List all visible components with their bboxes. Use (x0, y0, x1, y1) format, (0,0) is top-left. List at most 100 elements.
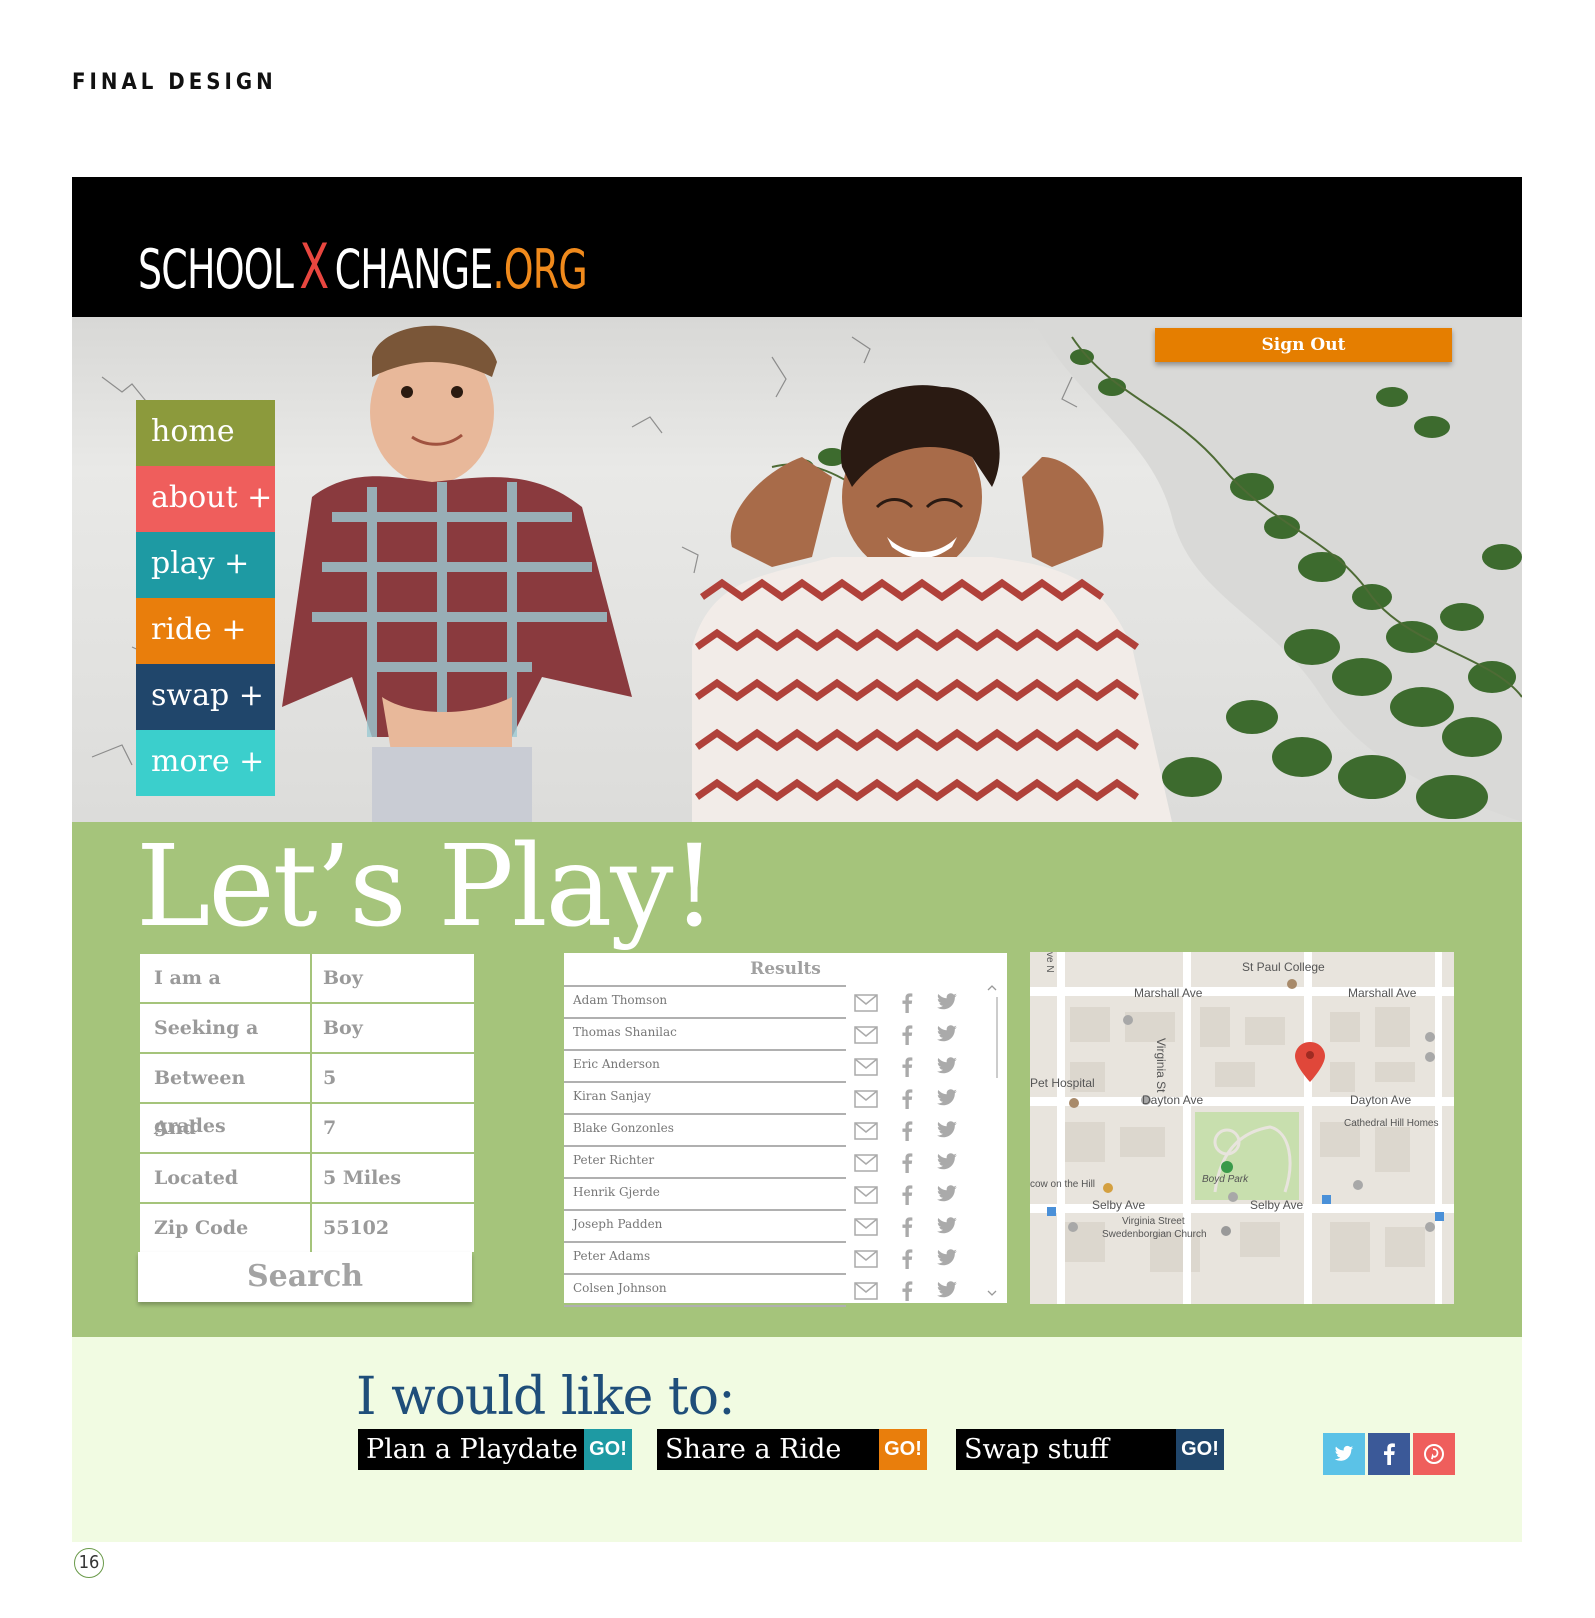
nav-item-more[interactable]: more + (136, 730, 275, 796)
result-name[interactable]: Kiran Sanjay (573, 1089, 651, 1103)
result-name[interactable]: Blake Gonzonles (573, 1121, 674, 1135)
page-heading: FINAL DESIGN (72, 70, 277, 95)
result-row[interactable]: Henrik Gjerde (564, 1179, 994, 1211)
nav-item-about[interactable]: about + (136, 466, 275, 532)
twitter-icon[interactable] (936, 1281, 960, 1301)
map-label: Selby Ave (1250, 1198, 1304, 1212)
email-icon[interactable] (854, 1025, 878, 1045)
boyd-park-area (1195, 1112, 1299, 1200)
grade-from-field[interactable]: 5 (312, 1054, 336, 1102)
logo-change: CHANGE (334, 238, 494, 301)
result-row[interactable]: Kiran Sanjay (564, 1083, 994, 1115)
email-icon[interactable] (854, 1089, 878, 1109)
facebook-icon[interactable] (901, 1153, 925, 1173)
website-mockup: SCHOOL X CHANGE.ORG Sign Out home about … (72, 177, 1522, 1542)
twitter-icon[interactable] (936, 1121, 960, 1141)
form-row: I am a Boy (140, 954, 474, 1004)
map-view[interactable]: St Paul College Marshall Ave Marshall Av… (1030, 952, 1454, 1304)
result-name[interactable]: Henrik Gjerde (573, 1185, 660, 1199)
email-icon[interactable] (854, 1153, 878, 1173)
email-icon[interactable] (854, 1217, 878, 1237)
result-row[interactable]: Eric Anderson (564, 1051, 994, 1083)
site-header: SCHOOL X CHANGE.ORG (72, 177, 1522, 317)
map-label: Marshall Ave (1348, 986, 1417, 1000)
facebook-icon[interactable] (901, 1121, 925, 1141)
result-name[interactable]: Joseph Padden (573, 1217, 662, 1231)
email-icon[interactable] (854, 1249, 878, 1269)
result-name[interactable]: Eric Anderson (573, 1057, 660, 1071)
map-label: Virginia Street (1122, 1216, 1185, 1227)
twitter-icon[interactable] (936, 1057, 960, 1077)
twitter-icon[interactable] (936, 1217, 960, 1237)
email-icon[interactable] (854, 1121, 878, 1141)
twitter-icon[interactable] (936, 1249, 960, 1269)
map-label: ve N (1044, 952, 1055, 973)
facebook-icon[interactable] (901, 1089, 925, 1109)
search-button[interactable]: Search (138, 1252, 472, 1302)
email-icon[interactable] (854, 1185, 878, 1205)
result-name[interactable]: Peter Richter (573, 1153, 654, 1167)
share-ride-button[interactable]: Share a Ride GO! (657, 1429, 927, 1470)
map-label: cow on the Hill (1030, 1179, 1096, 1190)
go-button[interactable]: GO! (1176, 1429, 1224, 1470)
twitter-icon[interactable] (936, 1185, 960, 1205)
nav-item-home[interactable]: home (136, 400, 275, 466)
twitter-share-button[interactable] (1323, 1433, 1365, 1475)
email-icon[interactable] (854, 1057, 878, 1077)
site-logo[interactable]: SCHOOL X CHANGE.ORG (138, 236, 588, 301)
facebook-icon[interactable] (901, 1281, 925, 1301)
go-button[interactable]: GO! (879, 1429, 927, 1470)
email-icon[interactable] (854, 1281, 878, 1301)
scroll-down-icon (987, 1290, 997, 1296)
result-row[interactable]: Joseph Padden (564, 1211, 994, 1243)
twitter-icon[interactable] (936, 993, 960, 1013)
result-name[interactable]: Peter Adams (573, 1249, 650, 1263)
distance-field[interactable]: 5 Miles (312, 1154, 401, 1202)
facebook-icon[interactable] (901, 1217, 925, 1237)
facebook-share-button[interactable] (1368, 1433, 1410, 1475)
pinterest-share-button[interactable] (1413, 1433, 1455, 1475)
result-row[interactable]: Colsen Johnson (564, 1275, 994, 1307)
sign-out-button[interactable]: Sign Out (1155, 328, 1452, 362)
facebook-icon[interactable] (901, 1249, 925, 1269)
result-row[interactable]: Adam Thomson (564, 987, 994, 1019)
facebook-icon[interactable] (901, 1025, 925, 1045)
twitter-icon (1334, 1445, 1354, 1461)
nav-item-play[interactable]: play + (136, 532, 275, 598)
result-row[interactable]: Blake Gonzonles (564, 1115, 994, 1147)
facebook-icon[interactable] (901, 993, 925, 1013)
i-am-a-field[interactable]: Boy (312, 954, 363, 1002)
email-icon[interactable] (854, 993, 878, 1013)
result-row[interactable]: Thomas Shanilac (564, 1019, 994, 1051)
nav-item-ride[interactable]: ride + (136, 598, 275, 664)
logo-org: .ORG (492, 238, 587, 301)
actions-heading: I would like to: (356, 1367, 736, 1427)
facebook-icon[interactable] (901, 1185, 925, 1205)
plan-playdate-button[interactable]: Plan a Playdate GO! (358, 1429, 632, 1470)
result-name[interactable]: Colsen Johnson (573, 1281, 667, 1295)
twitter-icon[interactable] (936, 1089, 960, 1109)
zip-code-field[interactable]: 55102 (312, 1204, 389, 1252)
map-label: Virginia St (1154, 1038, 1168, 1093)
go-button[interactable]: GO! (584, 1429, 632, 1470)
grade-to-field[interactable]: 7 (312, 1104, 336, 1152)
map-label: Dayton Ave (1142, 1093, 1204, 1107)
facebook-icon[interactable] (901, 1057, 925, 1077)
result-name[interactable]: Thomas Shanilac (573, 1025, 677, 1039)
swap-stuff-button[interactable]: Swap stuff GO! (956, 1429, 1224, 1470)
results-panel: Results Adam Thomson Thomas Shanilac Eric … (564, 953, 1007, 1307)
results-scrollbar[interactable] (985, 983, 999, 1298)
twitter-icon[interactable] (936, 1153, 960, 1173)
section-title: Let’s Play! (136, 822, 717, 952)
logo-school: SCHOOL (138, 238, 294, 301)
result-row[interactable]: Peter Adams (564, 1243, 994, 1275)
seeking-a-field[interactable]: Boy (312, 1004, 363, 1052)
form-label: I am a (140, 954, 312, 1002)
search-form: I am a Boy Seeking a Boy Between grades … (140, 954, 474, 1252)
result-name[interactable]: Adam Thomson (573, 993, 667, 1007)
nav-item-swap[interactable]: swap + (136, 664, 275, 730)
cta-label: Share a Ride (665, 1434, 842, 1465)
scroll-up-icon (987, 985, 997, 991)
twitter-icon[interactable] (936, 1025, 960, 1045)
result-row[interactable]: Peter Richter (564, 1147, 994, 1179)
